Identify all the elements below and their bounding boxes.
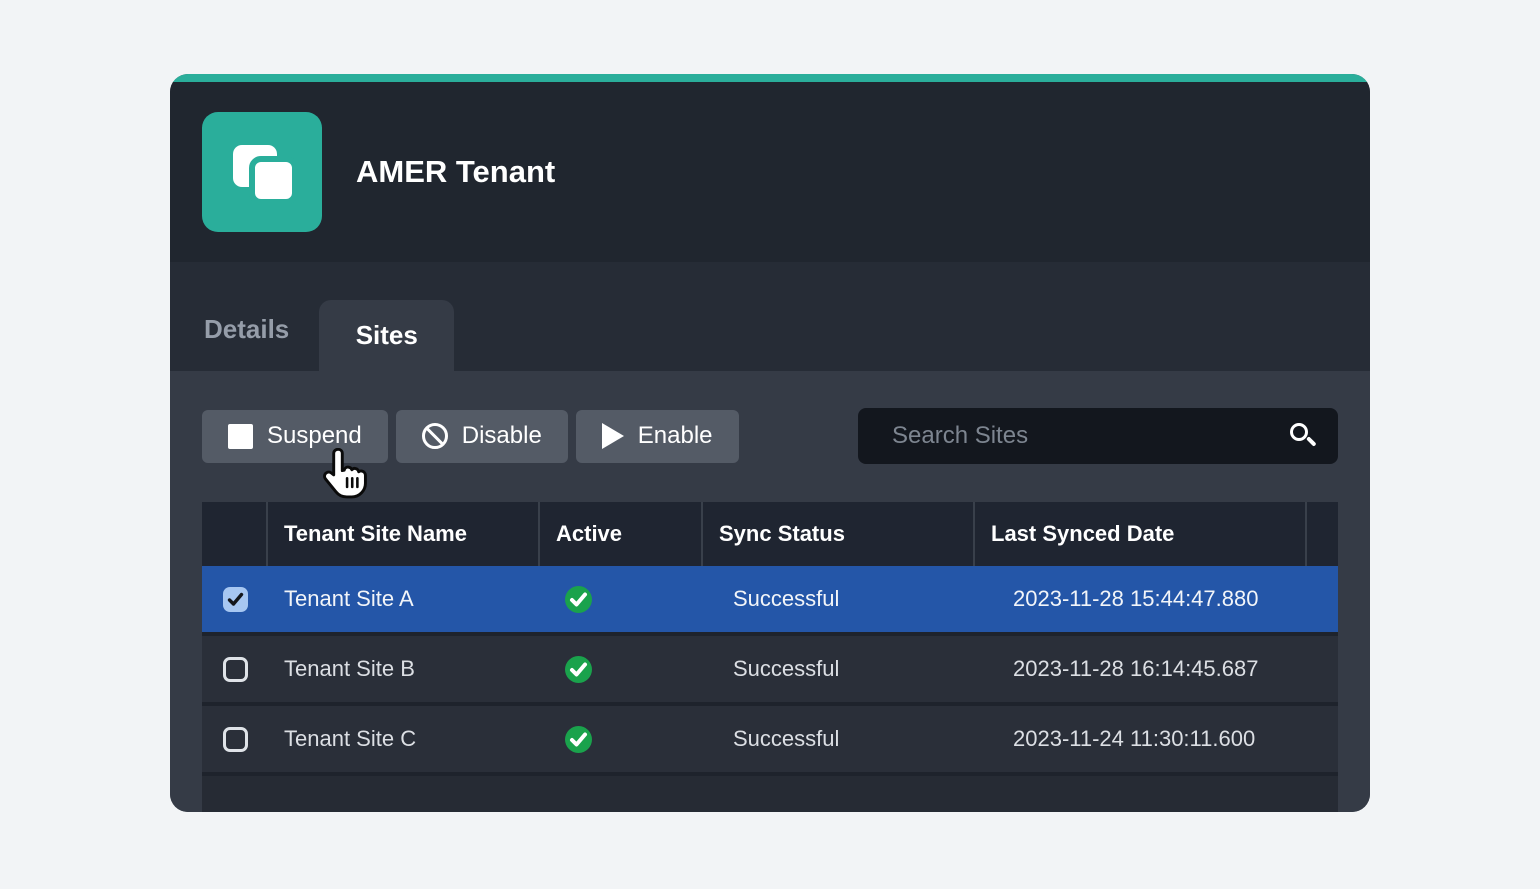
tenant-card: AMER Tenant Details Sites Suspend Disabl… [170, 74, 1370, 812]
checkmark-icon [227, 591, 244, 608]
enable-button-label: Enable [638, 422, 713, 450]
column-header-tenant-site-name: Tenant Site Name [268, 502, 540, 566]
cell-tenant-site-name: Tenant Site C [268, 706, 540, 772]
cell-tenant-site-name: Tenant Site A [268, 566, 540, 632]
table-row[interactable]: Tenant Site C Successful 2023-11-24 11:3… [202, 706, 1338, 776]
cell-sync-status: Successful [703, 566, 975, 632]
suspend-button-label: Suspend [267, 422, 362, 450]
cell-sync-status: Successful [703, 706, 975, 772]
sites-tab-content: Suspend Disable Enable Tenant Site Name … [170, 371, 1370, 812]
copy-squares-icon [202, 112, 322, 232]
column-header-last-synced-date: Last Synced Date [975, 502, 1307, 566]
column-header-spacer [1307, 502, 1338, 566]
tab-details[interactable]: Details [204, 314, 319, 371]
stop-square-icon [228, 424, 253, 449]
column-header-checkbox [202, 502, 268, 566]
row-checkbox-unchecked[interactable] [223, 727, 248, 752]
row-checkbox-checked[interactable] [223, 587, 248, 612]
active-check-circle-icon [565, 726, 592, 753]
table-header-row: Tenant Site Name Active Sync Status Last… [202, 502, 1338, 566]
card-accent-bar [170, 74, 1370, 82]
cell-sync-status: Successful [703, 636, 975, 702]
tab-sites[interactable]: Sites [319, 300, 454, 371]
cell-active [540, 706, 703, 772]
copy-squares-icon-front [249, 156, 298, 205]
active-check-circle-icon [565, 586, 592, 613]
disable-button[interactable]: Disable [396, 410, 568, 463]
column-header-sync-status: Sync Status [703, 502, 975, 566]
table-row[interactable]: Tenant Site B Successful 2023-11-28 16:1… [202, 636, 1338, 706]
cell-active [540, 636, 703, 702]
cell-last-synced-date: 2023-11-28 16:14:45.687 [975, 636, 1307, 702]
column-header-active: Active [540, 502, 703, 566]
suspend-button[interactable]: Suspend [202, 410, 388, 463]
table-row[interactable]: Tenant Site A Successful 2023-11-28 15:4… [202, 566, 1338, 636]
cell-active [540, 566, 703, 632]
table-footer-band [202, 776, 1338, 812]
card-header: AMER Tenant [170, 82, 1370, 262]
tab-bar: Details Sites [170, 262, 1370, 371]
ban-icon [422, 423, 448, 449]
active-check-circle-icon [565, 656, 592, 683]
disable-button-label: Disable [462, 422, 542, 450]
search-input[interactable] [858, 422, 1338, 450]
cell-tenant-site-name: Tenant Site B [268, 636, 540, 702]
cell-last-synced-date: 2023-11-24 11:30:11.600 [975, 706, 1307, 772]
enable-button[interactable]: Enable [576, 410, 739, 463]
row-checkbox-unchecked[interactable] [223, 657, 248, 682]
cell-last-synced-date: 2023-11-28 15:44:47.880 [975, 566, 1307, 632]
sites-table: Tenant Site Name Active Sync Status Last… [202, 502, 1338, 812]
page-title: AMER Tenant [356, 154, 555, 190]
search-icon[interactable] [1290, 423, 1308, 441]
search-box [858, 408, 1338, 464]
sites-toolbar: Suspend Disable Enable [202, 408, 1338, 464]
play-icon [602, 423, 624, 449]
